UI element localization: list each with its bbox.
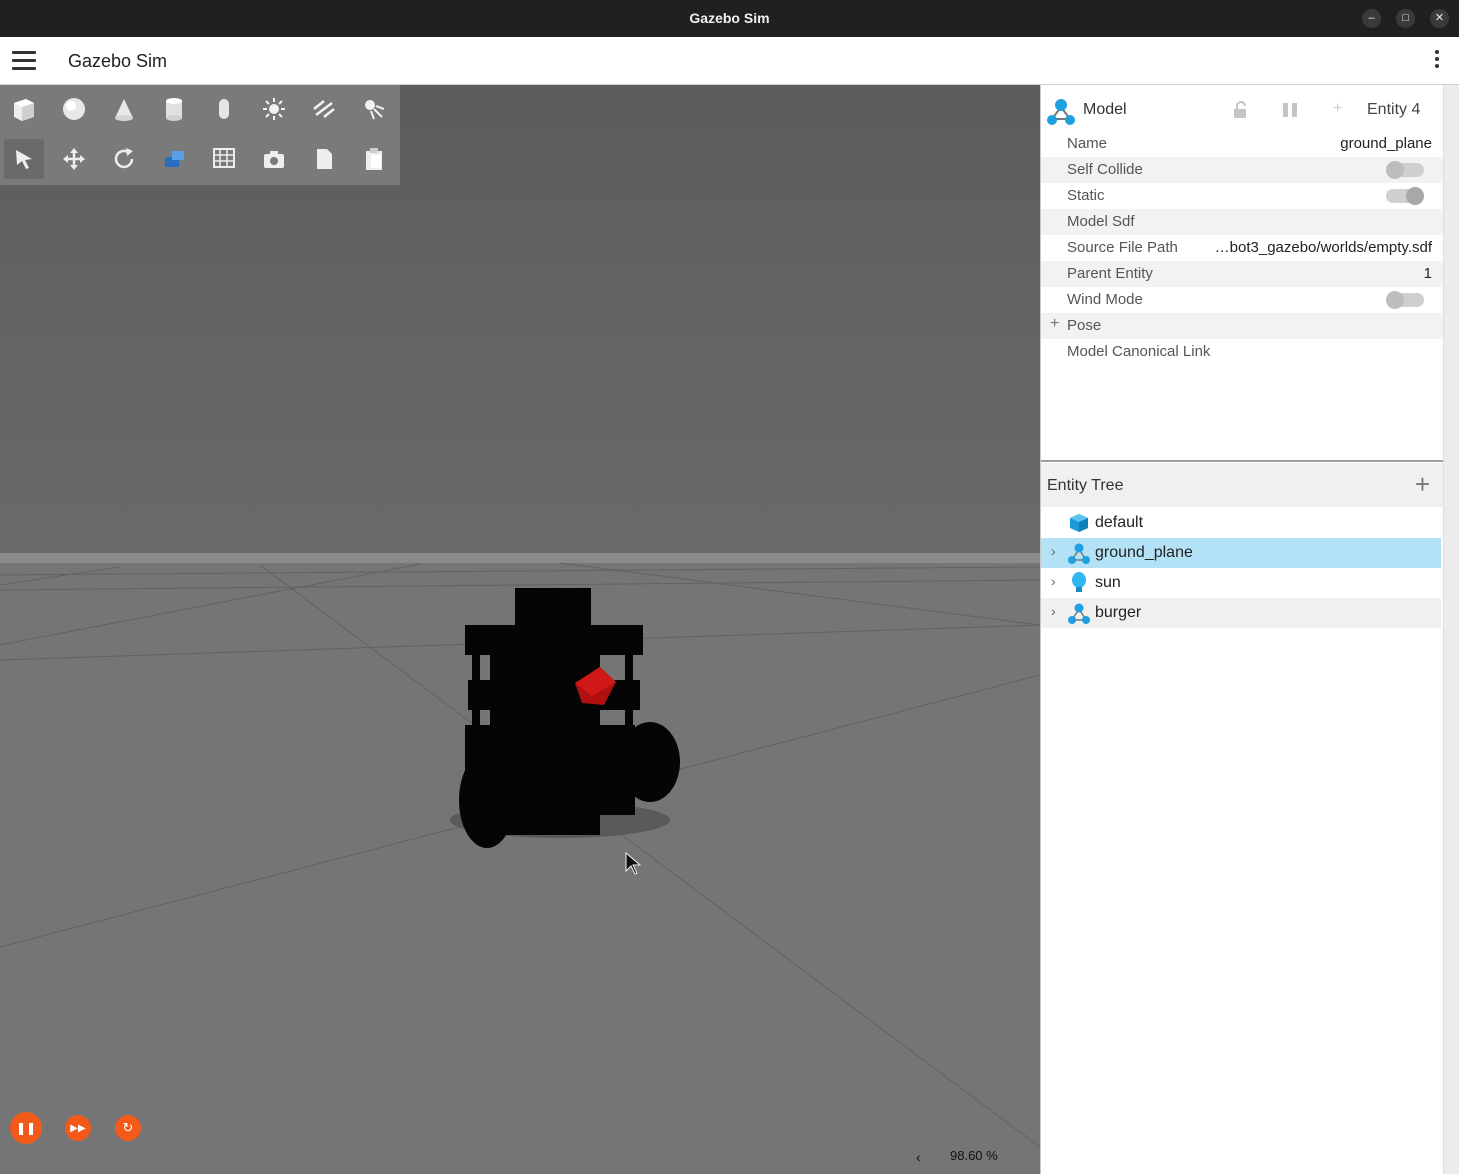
expand-icon[interactable]: › xyxy=(1051,543,1056,559)
real-time-factor: 98.60 % xyxy=(950,1148,998,1163)
scene-3d[interactable] xyxy=(0,85,1040,1174)
property-source-file-path: Source File Path …bot3_gazebo/worlds/emp… xyxy=(1067,239,1432,256)
shapes-toolbar xyxy=(0,85,400,185)
world-icon xyxy=(1070,514,1088,532)
reset-button[interactable]: ↻ xyxy=(115,1115,141,1141)
menu-icon[interactable] xyxy=(12,51,36,71)
box-icon[interactable] xyxy=(4,89,44,129)
entity-tree-header: Entity Tree + xyxy=(1041,463,1444,507)
panel-scrollbar[interactable] xyxy=(1443,85,1459,1174)
wind-mode-toggle[interactable] xyxy=(1386,291,1424,309)
sphere-icon[interactable] xyxy=(54,89,94,129)
window-title: Gazebo Sim xyxy=(689,10,770,26)
lock-icon[interactable] xyxy=(1232,101,1248,119)
tree-item-ground-plane[interactable]: › ground_plane xyxy=(1041,538,1441,568)
tree-item-burger[interactable]: › burger xyxy=(1041,598,1441,628)
model-icon xyxy=(1047,99,1075,125)
window-titlebar: Gazebo Sim – □ ✕ xyxy=(0,0,1459,37)
directional-light-icon[interactable] xyxy=(304,89,344,129)
pause-button[interactable]: ❚❚ xyxy=(10,1112,42,1144)
source-file-path-value: …bot3_gazebo/worlds/empty.sdf xyxy=(1214,239,1432,256)
add-entity-icon[interactable]: + xyxy=(1415,471,1430,497)
component-type-label: Model xyxy=(1083,101,1127,118)
capsule-icon[interactable] xyxy=(204,89,244,129)
expand-icon[interactable]: › xyxy=(1051,573,1056,589)
close-button[interactable]: ✕ xyxy=(1430,9,1449,28)
maximize-button[interactable]: □ xyxy=(1396,9,1415,28)
panel-splitter[interactable] xyxy=(1041,460,1444,462)
grid-snap-icon[interactable] xyxy=(204,139,244,179)
minimize-button[interactable]: – xyxy=(1362,9,1381,28)
expand-icon[interactable]: › xyxy=(1051,603,1056,619)
property-static: Static xyxy=(1041,183,1444,209)
property-model-canonical-link: Model Canonical Link xyxy=(1067,343,1211,360)
more-options-icon[interactable] xyxy=(1433,50,1441,72)
parent-entity-value: 1 xyxy=(1423,265,1432,282)
app-title: Gazebo Sim xyxy=(68,51,168,71)
static-toggle[interactable] xyxy=(1386,187,1424,205)
right-panel: Model + Entity 4 Name ground_plane Self … xyxy=(1040,85,1459,1174)
property-self-collide: Self Collide xyxy=(1041,157,1444,183)
translate-icon[interactable] xyxy=(54,139,94,179)
select-icon[interactable] xyxy=(4,139,44,179)
property-wind-mode: Wind Mode xyxy=(1041,287,1444,313)
sun-light-icon[interactable] xyxy=(254,89,294,129)
property-parent-entity: Parent Entity 1 xyxy=(1041,261,1444,287)
tree-item-default[interactable]: default xyxy=(1041,508,1441,538)
property-name: Name ground_plane xyxy=(1067,135,1432,152)
copy-icon[interactable] xyxy=(304,139,344,179)
model-icon xyxy=(1068,603,1090,624)
self-collide-toggle[interactable] xyxy=(1386,161,1424,179)
step-button[interactable]: ▶▶ xyxy=(65,1115,91,1141)
cone-icon[interactable] xyxy=(104,89,144,129)
model-icon xyxy=(1068,543,1090,564)
property-model-sdf: Model Sdf xyxy=(1041,209,1444,235)
scene-viewport[interactable]: ❚❚ ▶▶ ↻ ‹ 98.60 % xyxy=(0,85,1040,1174)
expand-pose-icon[interactable]: + xyxy=(1050,315,1059,333)
add-component-icon[interactable]: + xyxy=(1333,100,1342,118)
stats-collapse-icon[interactable]: ‹ xyxy=(916,1149,921,1165)
entity-label: Entity 4 xyxy=(1367,101,1421,118)
component-inspector-header: Model + Entity 4 xyxy=(1041,91,1444,129)
screenshot-icon[interactable] xyxy=(254,139,294,179)
transform-control-icon[interactable] xyxy=(154,139,194,179)
paste-icon[interactable] xyxy=(354,139,394,179)
name-value: ground_plane xyxy=(1340,135,1432,152)
light-icon xyxy=(1072,572,1086,592)
pause-updates-icon[interactable] xyxy=(1281,102,1299,118)
property-pose[interactable]: + Pose xyxy=(1041,313,1444,339)
app-header: Gazebo Sim xyxy=(0,37,1459,85)
entity-tree-title: Entity Tree xyxy=(1047,477,1124,494)
spot-light-icon[interactable] xyxy=(354,89,394,129)
cylinder-icon[interactable] xyxy=(154,89,194,129)
tree-item-sun[interactable]: › sun xyxy=(1041,568,1441,598)
rotate-icon[interactable] xyxy=(104,139,144,179)
